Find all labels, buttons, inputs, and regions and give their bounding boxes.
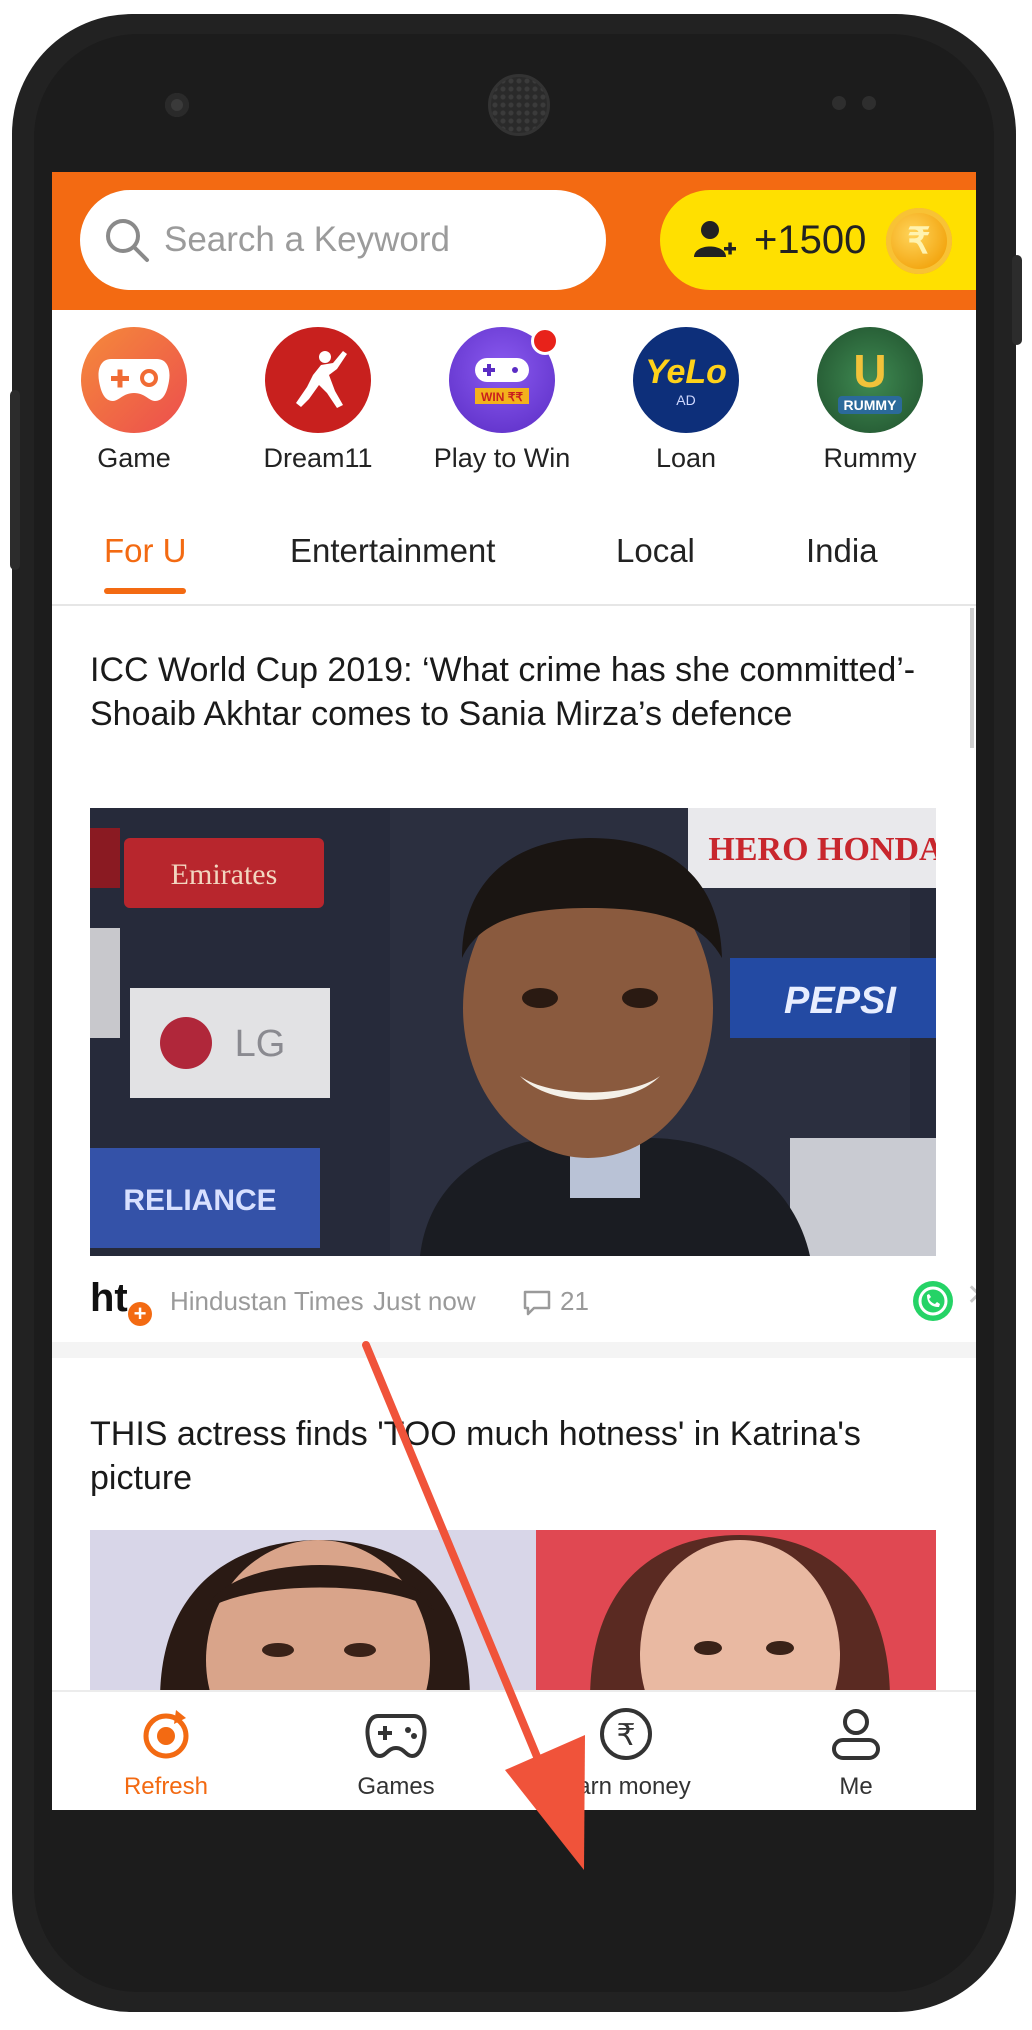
article-meta: ht + Hindustan Times Just now 21 ✕ — [90, 1272, 976, 1332]
nav-me[interactable]: Me — [776, 1692, 936, 1801]
article-separator — [52, 1342, 976, 1358]
whatsapp-share-icon[interactable] — [910, 1278, 956, 1324]
app-label: Loan — [655, 443, 717, 473]
feed-scrollbar[interactable] — [970, 608, 974, 748]
dismiss-icon[interactable]: ✕ — [966, 1278, 976, 1313]
earpiece-speaker — [488, 74, 550, 136]
nav-label: Refresh — [123, 1773, 209, 1800]
app-shortcut-game[interactable]: Game — [59, 327, 209, 474]
power-button — [10, 390, 20, 570]
app-shortcut-loan[interactable]: YeLo AD Loan — [611, 327, 761, 474]
rewards-pill[interactable]: +1500 ₹ — [660, 190, 976, 290]
app-label: Game — [97, 443, 171, 473]
search-input[interactable] — [162, 219, 566, 261]
app-label: Dream11 — [263, 443, 373, 473]
backdrop-sponsor: LG — [235, 1023, 286, 1065]
comment-count[interactable]: 21 — [560, 1286, 589, 1317]
rupee-coin-icon: ₹ — [886, 208, 952, 274]
app-screen: +1500 ₹ Game Dream11 — [52, 172, 976, 1810]
article-headline[interactable]: THIS actress finds 'TOO much hotness' in… — [90, 1412, 950, 1500]
gamepad-icon — [81, 327, 187, 433]
nav-label: Earn money — [561, 1773, 691, 1800]
publish-time: Just now — [373, 1286, 476, 1316]
bottom-navigation: Refresh Games ₹ Earn money Me — [52, 1690, 976, 1810]
rummy-logo-icon: U RUMMY — [817, 327, 923, 433]
active-tab-indicator — [104, 588, 186, 594]
article-photo[interactable]: Emirates LG RELIANCE HERO HONDA PEPSI — [90, 808, 936, 1256]
app-header: +1500 ₹ — [52, 172, 976, 310]
nav-label: Games — [357, 1773, 435, 1800]
svg-text:WIN ₹₹: WIN ₹₹ — [481, 390, 523, 404]
ad-label: AD — [676, 391, 696, 408]
backdrop-sponsor: HERO HONDA — [708, 831, 936, 868]
app-label: Play to Win — [433, 443, 571, 473]
front-camera — [165, 93, 189, 117]
volume-button — [1012, 255, 1022, 345]
search-icon — [106, 219, 149, 262]
rummy-logo-letter: U — [853, 345, 887, 397]
article-photo[interactable] — [90, 1530, 936, 1700]
user-icon — [832, 1709, 880, 1760]
source-name[interactable]: Hindustan Times — [170, 1286, 364, 1317]
app-shortcut-rummy[interactable]: U RUMMY Rummy — [795, 327, 945, 474]
search-bar[interactable] — [80, 190, 606, 290]
nav-refresh[interactable]: Refresh — [86, 1692, 246, 1801]
gamepad-icon — [365, 1714, 427, 1759]
article-headline[interactable]: ICC World Cup 2019: ‘What crime has she … — [90, 648, 950, 736]
category-tabs: For U Entertainment Local India — [52, 532, 976, 602]
nav-label: Me — [839, 1773, 873, 1800]
press-conference-photo: Emirates LG RELIANCE HERO HONDA PEPSI — [90, 808, 936, 1256]
cricket-batsman-icon — [265, 327, 371, 433]
notification-dot — [531, 327, 559, 355]
backdrop-sponsor: Emirates — [171, 858, 278, 891]
source-logo-icon[interactable]: ht + — [90, 1272, 152, 1328]
add-user-icon — [694, 221, 736, 257]
comment-icon[interactable] — [522, 1288, 552, 1318]
svg-text:₹: ₹ — [616, 1718, 635, 1753]
proximity-sensor — [832, 96, 846, 110]
rummy-logo-text: RUMMY — [837, 396, 903, 414]
refresh-icon — [143, 1710, 189, 1759]
backdrop-sponsor: PEPSI — [784, 980, 897, 1022]
quick-apps-row: Game Dream11 WIN ₹₹ Play to Win YeLo AD … — [52, 327, 976, 477]
nav-games[interactable]: Games — [316, 1692, 476, 1801]
app-shortcut-dream11[interactable]: Dream11 — [243, 327, 393, 474]
nav-earn-money[interactable]: ₹ Earn money — [546, 1692, 706, 1801]
yelo-logo-text: YeLo — [645, 352, 727, 391]
follow-badge-icon[interactable]: + — [128, 1302, 152, 1326]
backdrop-sponsor: RELIANCE — [123, 1184, 276, 1217]
app-shortcut-play-to-win[interactable]: WIN ₹₹ Play to Win — [427, 327, 577, 474]
app-label: Rummy — [823, 443, 917, 473]
rupee-coin-icon: ₹ — [600, 1708, 652, 1760]
tabs-divider — [52, 604, 976, 606]
tab-entertainment[interactable]: Entertainment — [290, 532, 495, 570]
yelo-logo-icon: YeLo AD — [633, 327, 739, 433]
tab-india[interactable]: India — [806, 532, 878, 570]
tab-local[interactable]: Local — [616, 532, 695, 570]
joystick-icon: WIN ₹₹ — [449, 327, 559, 433]
source-logo-text: ht — [90, 1276, 128, 1320]
light-sensor — [862, 96, 876, 110]
actresses-photo — [90, 1530, 936, 1700]
tab-for-u[interactable]: For U — [104, 532, 187, 570]
coin-balance: +1500 — [754, 217, 867, 262]
